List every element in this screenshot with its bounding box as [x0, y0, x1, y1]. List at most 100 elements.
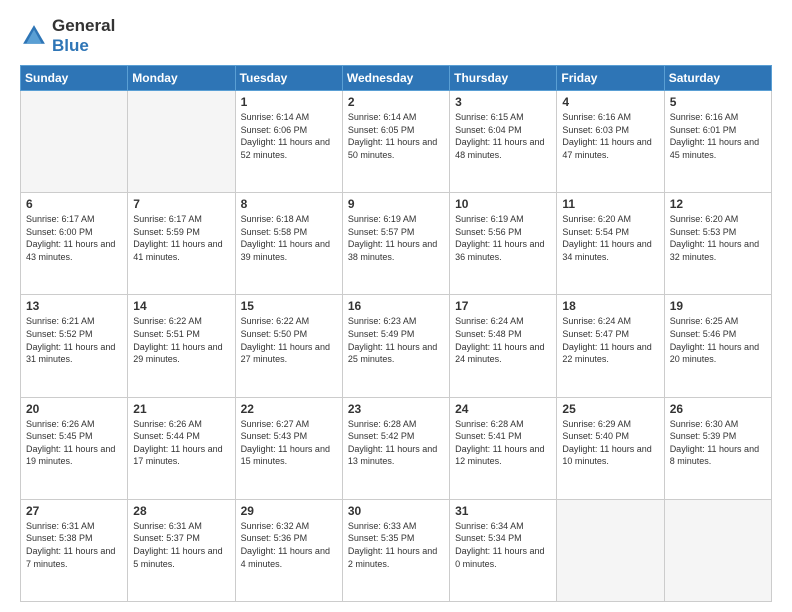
cell-info: Sunrise: 6:21 AMSunset: 5:52 PMDaylight:… [26, 315, 122, 365]
calendar-cell: 5 Sunrise: 6:16 AMSunset: 6:01 PMDaylight… [664, 91, 771, 193]
calendar-cell: 31 Sunrise: 6:34 AMSunset: 5:34 PMDayligh… [450, 499, 557, 601]
calendar-cell: 18Sunrise: 6:24 AMSunset: 5:47 PMDayligh… [557, 295, 664, 397]
calendar-row-1: 6 Sunrise: 6:17 AMSunset: 6:00 PMDaylight… [21, 193, 772, 295]
calendar-cell: 9 Sunrise: 6:19 AMSunset: 5:57 PMDaylight… [342, 193, 449, 295]
calendar-cell [557, 499, 664, 601]
weekday-header-tuesday: Tuesday [235, 66, 342, 91]
cell-info: Sunrise: 6:19 AMSunset: 5:56 PMDaylight:… [455, 213, 551, 263]
day-number: 21 [133, 402, 229, 416]
calendar-cell: 19Sunrise: 6:25 AMSunset: 5:46 PMDayligh… [664, 295, 771, 397]
cell-info: Sunrise: 6:24 AMSunset: 5:47 PMDaylight:… [562, 315, 658, 365]
calendar-cell: 22Sunrise: 6:27 AMSunset: 5:43 PMDayligh… [235, 397, 342, 499]
calendar-cell: 1Sunrise: 6:14 AMSunset: 6:06 PMDaylight… [235, 91, 342, 193]
cell-info: Sunrise: 6:19 AMSunset: 5:57 PMDaylight:… [348, 213, 444, 263]
calendar-cell: 12Sunrise: 6:20 AMSunset: 5:53 PMDayligh… [664, 193, 771, 295]
calendar-row-4: 27 Sunrise: 6:31 AMSunset: 5:38 PMDayligh… [21, 499, 772, 601]
calendar-cell: 21Sunrise: 6:26 AMSunset: 5:44 PMDayligh… [128, 397, 235, 499]
cell-info: Sunrise: 6:29 AMSunset: 5:40 PMDaylight:… [562, 418, 658, 468]
weekday-header-friday: Friday [557, 66, 664, 91]
calendar-cell: 25 Sunrise: 6:29 AMSunset: 5:40 PMDayligh… [557, 397, 664, 499]
calendar-row-2: 13 Sunrise: 6:21 AMSunset: 5:52 PMDayligh… [21, 295, 772, 397]
cell-info: Sunrise: 6:17 AMSunset: 6:00 PMDaylight:… [26, 213, 122, 263]
calendar-cell: 10 Sunrise: 6:19 AMSunset: 5:56 PMDayligh… [450, 193, 557, 295]
cell-info: Sunrise: 6:15 AMSunset: 6:04 PMDaylight:… [455, 111, 551, 161]
cell-info: Sunrise: 6:24 AMSunset: 5:48 PMDaylight:… [455, 315, 551, 365]
calendar-cell: 16 Sunrise: 6:23 AMSunset: 5:49 PMDayligh… [342, 295, 449, 397]
calendar-row-0: 1Sunrise: 6:14 AMSunset: 6:06 PMDaylight… [21, 91, 772, 193]
day-number: 10 [455, 197, 551, 211]
cell-info: Sunrise: 6:18 AMSunset: 5:58 PMDaylight:… [241, 213, 337, 263]
logo: General Blue [20, 16, 115, 55]
calendar-cell: 15 Sunrise: 6:22 AMSunset: 5:50 PMDayligh… [235, 295, 342, 397]
calendar-cell: 13 Sunrise: 6:21 AMSunset: 5:52 PMDayligh… [21, 295, 128, 397]
day-number: 9 [348, 197, 444, 211]
calendar-cell: 14 Sunrise: 6:22 AMSunset: 5:51 PMDayligh… [128, 295, 235, 397]
calendar-cell: 20Sunrise: 6:26 AMSunset: 5:45 PMDayligh… [21, 397, 128, 499]
calendar-cell: 6 Sunrise: 6:17 AMSunset: 6:00 PMDaylight… [21, 193, 128, 295]
cell-info: Sunrise: 6:26 AMSunset: 5:45 PMDaylight:… [26, 418, 122, 468]
cell-info: Sunrise: 6:22 AMSunset: 5:50 PMDaylight:… [241, 315, 337, 365]
cell-info: Sunrise: 6:32 AMSunset: 5:36 PMDaylight:… [241, 520, 337, 570]
cell-info: Sunrise: 6:33 AMSunset: 5:35 PMDaylight:… [348, 520, 444, 570]
cell-info: Sunrise: 6:16 AMSunset: 6:01 PMDaylight:… [670, 111, 766, 161]
cell-info: Sunrise: 6:22 AMSunset: 5:51 PMDaylight:… [133, 315, 229, 365]
calendar-cell: 24Sunrise: 6:28 AMSunset: 5:41 PMDayligh… [450, 397, 557, 499]
cell-info: Sunrise: 6:27 AMSunset: 5:43 PMDaylight:… [241, 418, 337, 468]
calendar-cell: 23Sunrise: 6:28 AMSunset: 5:42 PMDayligh… [342, 397, 449, 499]
calendar-cell: 2 Sunrise: 6:14 AMSunset: 6:05 PMDaylight… [342, 91, 449, 193]
cell-info: Sunrise: 6:34 AMSunset: 5:34 PMDaylight:… [455, 520, 551, 570]
day-number: 2 [348, 95, 444, 109]
page: General Blue SundayMondayTuesdayWednesda… [0, 0, 792, 612]
day-number: 12 [670, 197, 766, 211]
weekday-header-thursday: Thursday [450, 66, 557, 91]
day-number: 5 [670, 95, 766, 109]
day-number: 31 [455, 504, 551, 518]
cell-info: Sunrise: 6:20 AMSunset: 5:54 PMDaylight:… [562, 213, 658, 263]
calendar-cell: 3 Sunrise: 6:15 AMSunset: 6:04 PMDaylight… [450, 91, 557, 193]
day-number: 27 [26, 504, 122, 518]
cell-info: Sunrise: 6:16 AMSunset: 6:03 PMDaylight:… [562, 111, 658, 161]
cell-info: Sunrise: 6:23 AMSunset: 5:49 PMDaylight:… [348, 315, 444, 365]
weekday-header-sunday: Sunday [21, 66, 128, 91]
calendar-cell [21, 91, 128, 193]
calendar-table: SundayMondayTuesdayWednesdayThursdayFrid… [20, 65, 772, 602]
calendar-cell: 17 Sunrise: 6:24 AMSunset: 5:48 PMDayligh… [450, 295, 557, 397]
day-number: 25 [562, 402, 658, 416]
cell-info: Sunrise: 6:31 AMSunset: 5:37 PMDaylight:… [133, 520, 229, 570]
calendar-cell: 26Sunrise: 6:30 AMSunset: 5:39 PMDayligh… [664, 397, 771, 499]
day-number: 23 [348, 402, 444, 416]
calendar-cell: 7Sunrise: 6:17 AMSunset: 5:59 PMDaylight… [128, 193, 235, 295]
day-number: 6 [26, 197, 122, 211]
day-number: 30 [348, 504, 444, 518]
cell-info: Sunrise: 6:28 AMSunset: 5:41 PMDaylight:… [455, 418, 551, 468]
day-number: 8 [241, 197, 337, 211]
day-number: 19 [670, 299, 766, 313]
calendar-cell: 8 Sunrise: 6:18 AMSunset: 5:58 PMDaylight… [235, 193, 342, 295]
day-number: 11 [562, 197, 658, 211]
cell-info: Sunrise: 6:31 AMSunset: 5:38 PMDaylight:… [26, 520, 122, 570]
day-number: 15 [241, 299, 337, 313]
weekday-header-wednesday: Wednesday [342, 66, 449, 91]
day-number: 29 [241, 504, 337, 518]
calendar-cell [128, 91, 235, 193]
day-number: 3 [455, 95, 551, 109]
weekday-header-monday: Monday [128, 66, 235, 91]
cell-info: Sunrise: 6:14 AMSunset: 6:05 PMDaylight:… [348, 111, 444, 161]
calendar-row-3: 20Sunrise: 6:26 AMSunset: 5:45 PMDayligh… [21, 397, 772, 499]
day-number: 14 [133, 299, 229, 313]
calendar-cell: 28Sunrise: 6:31 AMSunset: 5:37 PMDayligh… [128, 499, 235, 601]
calendar-cell: 30 Sunrise: 6:33 AMSunset: 5:35 PMDayligh… [342, 499, 449, 601]
calendar-cell [664, 499, 771, 601]
calendar-cell: 11 Sunrise: 6:20 AMSunset: 5:54 PMDayligh… [557, 193, 664, 295]
day-number: 4 [562, 95, 658, 109]
day-number: 16 [348, 299, 444, 313]
logo-text: General Blue [52, 16, 115, 55]
day-number: 13 [26, 299, 122, 313]
logo-icon [20, 22, 48, 50]
weekday-header-row: SundayMondayTuesdayWednesdayThursdayFrid… [21, 66, 772, 91]
header: General Blue [20, 16, 772, 55]
day-number: 17 [455, 299, 551, 313]
cell-info: Sunrise: 6:17 AMSunset: 5:59 PMDaylight:… [133, 213, 229, 263]
calendar-cell: 4 Sunrise: 6:16 AMSunset: 6:03 PMDaylight… [557, 91, 664, 193]
calendar-cell: 29 Sunrise: 6:32 AMSunset: 5:36 PMDayligh… [235, 499, 342, 601]
